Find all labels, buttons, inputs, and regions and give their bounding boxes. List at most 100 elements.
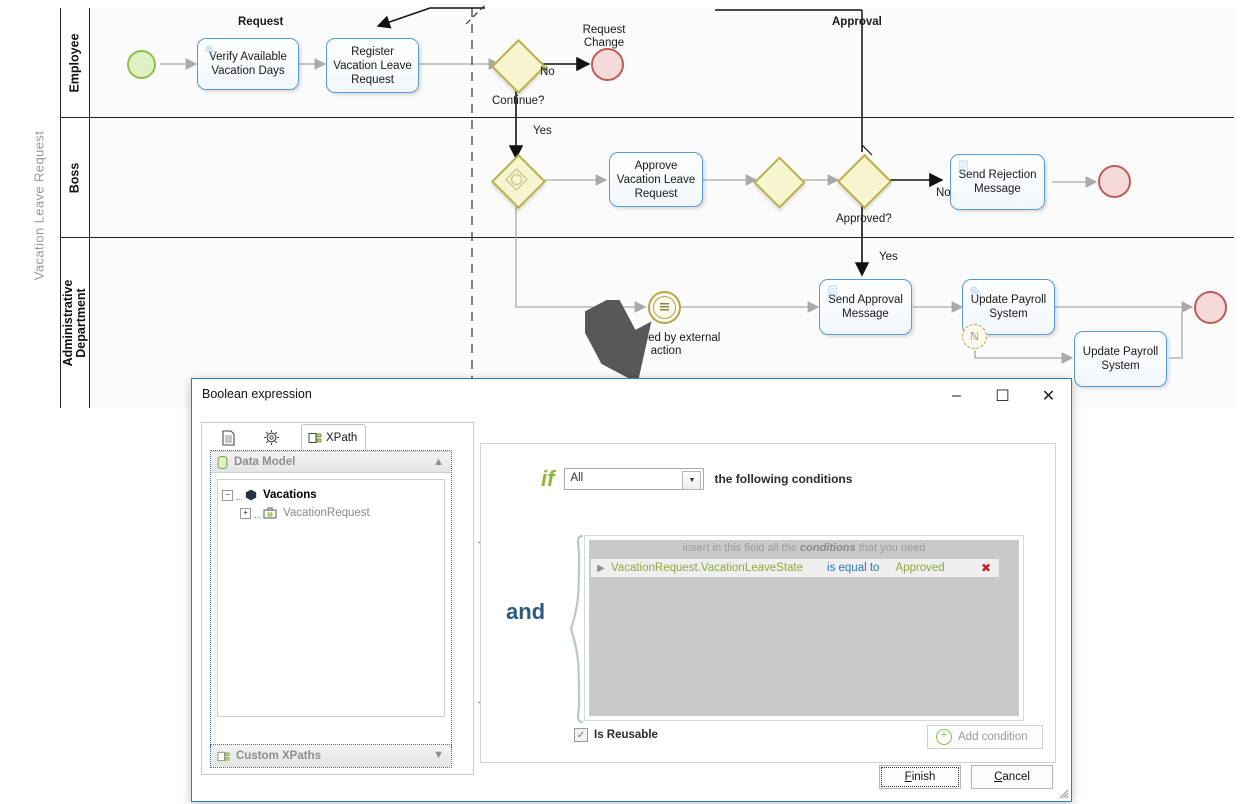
task-label: Approve Vacation Leave Request	[616, 159, 696, 200]
expand-triangle-icon[interactable]: ▶	[591, 563, 611, 574]
condition-operator[interactable]: is equal to	[827, 562, 879, 574]
gear-icon	[263, 430, 279, 445]
custom-xpaths-frame: Custom XPaths ▼	[210, 744, 452, 768]
add-condition-button[interactable]: + Add condition	[927, 725, 1043, 749]
condition-path[interactable]: VacationRequest.VacationLeaveState	[611, 562, 803, 574]
custom-xpaths-header[interactable]: Custom XPaths ▼	[211, 745, 451, 767]
if-keyword: if	[541, 466, 555, 491]
is-reusable-label: Is Reusable	[594, 729, 658, 741]
condition-value[interactable]: Approved	[895, 562, 944, 574]
chevron-down-icon[interactable]: ▼	[682, 471, 702, 490]
dialog-body: XPath Data Model ▲ − Vacations + Vacatio…	[192, 412, 1071, 801]
task-label: Register Vacation Leave Request	[333, 45, 412, 86]
explorer-tabstrip: XPath	[202, 423, 473, 450]
xpath-explorer-panel: XPath Data Model ▲ − Vacations + Vacatio…	[201, 422, 474, 775]
is-reusable-field[interactable]: ✓ Is Reusable	[574, 728, 658, 742]
close-icon: ✕	[1041, 387, 1056, 405]
if-row: if All ▼ the following conditions	[541, 466, 852, 492]
chevron-down-icon[interactable]: ▼	[433, 749, 444, 761]
match-mode-select[interactable]: All ▼	[564, 468, 705, 490]
xpath-icon	[217, 751, 230, 761]
if-row-suffix: the following conditions	[714, 472, 853, 486]
end-event-request-change[interactable]	[591, 48, 624, 81]
task-verify-available-vacation-days[interactable]: Verify Available Vacation Days	[197, 38, 299, 90]
lane-label-admin: Administrative Department	[61, 279, 88, 367]
tree-connector	[236, 490, 242, 500]
resize-grip[interactable]	[1056, 786, 1069, 799]
gateway-continue-label: Continue?	[492, 95, 545, 107]
dialog-title: Boolean expression	[202, 387, 312, 401]
boolean-expression-dialog: Boolean expression – ☐ ✕ XPath Data Mode…	[191, 378, 1072, 802]
finish-label: Finish	[904, 771, 936, 783]
conditions-inner: insert in this field all the conditions …	[589, 540, 1019, 716]
tree-connector	[254, 508, 260, 518]
tab-settings[interactable]	[254, 426, 288, 449]
chevron-up-icon[interactable]: ▲	[433, 456, 444, 468]
delete-condition-icon[interactable]: ✖	[981, 561, 991, 575]
close-button[interactable]: ✕	[1026, 379, 1071, 412]
flow-label-no-approved: No	[936, 187, 951, 199]
custom-xpaths-header-label: Custom XPaths	[236, 750, 321, 762]
data-model-header-label: Data Model	[234, 456, 296, 468]
lane-header-employee: Employee	[61, 8, 90, 117]
conditions-group: and insert in this field all the conditi…	[481, 504, 1055, 724]
task-send-rejection-message[interactable]: Send Rejection Message	[950, 154, 1045, 210]
plus-circle-icon: +	[936, 729, 952, 745]
cancel-label: Cancel	[994, 771, 1030, 783]
conditions-hint: insert in this field all the conditions …	[589, 542, 1019, 554]
tab-xpath[interactable]: XPath	[301, 424, 367, 450]
maximize-icon: ☐	[995, 387, 1010, 405]
conditions-container[interactable]: insert in this field all the conditions …	[584, 535, 1024, 721]
lane-header-admin: Administrative Department	[61, 238, 90, 408]
maximize-button[interactable]: ☐	[980, 379, 1025, 412]
data-model-header[interactable]: Data Model ▲	[211, 451, 451, 473]
tree-node-vacationrequest[interactable]: + VacationRequest	[222, 504, 440, 522]
end-event-rejection[interactable]	[1098, 165, 1131, 198]
message-icon	[959, 160, 968, 173]
is-reusable-checkbox[interactable]: ✓	[574, 728, 588, 742]
tree-node-vacations[interactable]: − Vacations	[222, 486, 440, 504]
group-label-request: Request	[238, 16, 284, 28]
task-send-approval-message[interactable]: Send Approval Message	[819, 279, 912, 335]
task-label: Update Payroll System	[1082, 346, 1159, 372]
condition-row[interactable]: ▶ VacationRequest.VacationLeaveState is …	[591, 559, 999, 577]
tab-document[interactable]	[211, 426, 245, 449]
cancel-button[interactable]: Cancel	[971, 765, 1053, 789]
gateway-approved-label: Approved?	[836, 213, 892, 225]
gateway-merge-boss[interactable]	[490, 153, 547, 210]
lane-label-boss: Boss	[67, 162, 82, 193]
database-icon	[217, 455, 228, 469]
dialog-title-bar[interactable]: Boolean expression – ☐ ✕	[192, 379, 1071, 412]
start-event[interactable]	[127, 50, 156, 79]
flow-label-yes-continue: Yes	[533, 125, 552, 137]
package-icon	[245, 489, 257, 501]
tree-node-label: Vacations	[263, 489, 317, 501]
service-gear-icon	[205, 45, 217, 57]
data-model-tree[interactable]: − Vacations + VacationRequest	[217, 479, 445, 717]
tree-expander-collapse[interactable]: −	[222, 489, 233, 501]
gateway-approved[interactable]	[836, 153, 893, 210]
gateway-continue[interactable]	[490, 38, 547, 95]
entity-icon	[263, 507, 277, 519]
pool-title-label: Vacation Leave Request	[31, 130, 47, 281]
document-icon	[221, 429, 235, 446]
task-update-payroll-system-2[interactable]: Update Payroll System	[1074, 331, 1167, 387]
service-gear-icon	[970, 286, 982, 298]
minimize-icon: –	[952, 386, 961, 404]
task-approve-vacation-leave-request[interactable]: Approve Vacation Leave Request	[609, 152, 703, 207]
and-label: and	[506, 599, 546, 624]
end-event-final[interactable]	[1194, 291, 1227, 324]
finish-button[interactable]: Finish	[879, 765, 961, 789]
lane-label-employee: Employee	[67, 32, 82, 93]
match-mode-value: All	[570, 472, 584, 484]
tree-expander-expand[interactable]: +	[240, 507, 251, 519]
hint-emphasis: conditions	[800, 542, 856, 554]
gateway-boss-mid[interactable]	[753, 156, 806, 209]
add-condition-label: Add condition	[958, 731, 1028, 743]
boundary-event-non-interrupting[interactable]: ℕ	[962, 324, 987, 349]
minimize-button[interactable]: –	[934, 379, 979, 412]
task-register-vacation-leave-request[interactable]: Register Vacation Leave Request	[326, 38, 419, 93]
data-model-frame: Data Model ▲ − Vacations + VacationReque…	[210, 450, 452, 747]
flow-label-yes-approved: Yes	[879, 251, 898, 263]
group-label-approval: Approval	[832, 16, 882, 28]
